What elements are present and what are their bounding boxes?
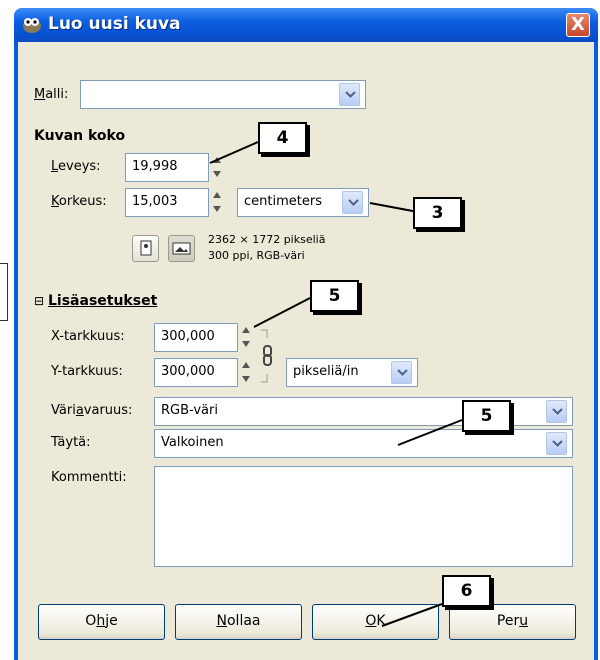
callout-line-fill [397,419,463,446]
callout-resolution: 5 [310,280,359,312]
callout-line-unit [369,202,419,213]
callout-ok: 6 [442,575,491,607]
callout-line-ok [381,603,443,627]
callout-width: 4 [258,122,307,154]
callout-lines [209,141,463,627]
callout-fill: 5 [462,400,511,432]
callout-line-resolution [253,297,311,328]
callout-line-width [209,141,259,164]
callout-unit: 3 [413,197,462,229]
